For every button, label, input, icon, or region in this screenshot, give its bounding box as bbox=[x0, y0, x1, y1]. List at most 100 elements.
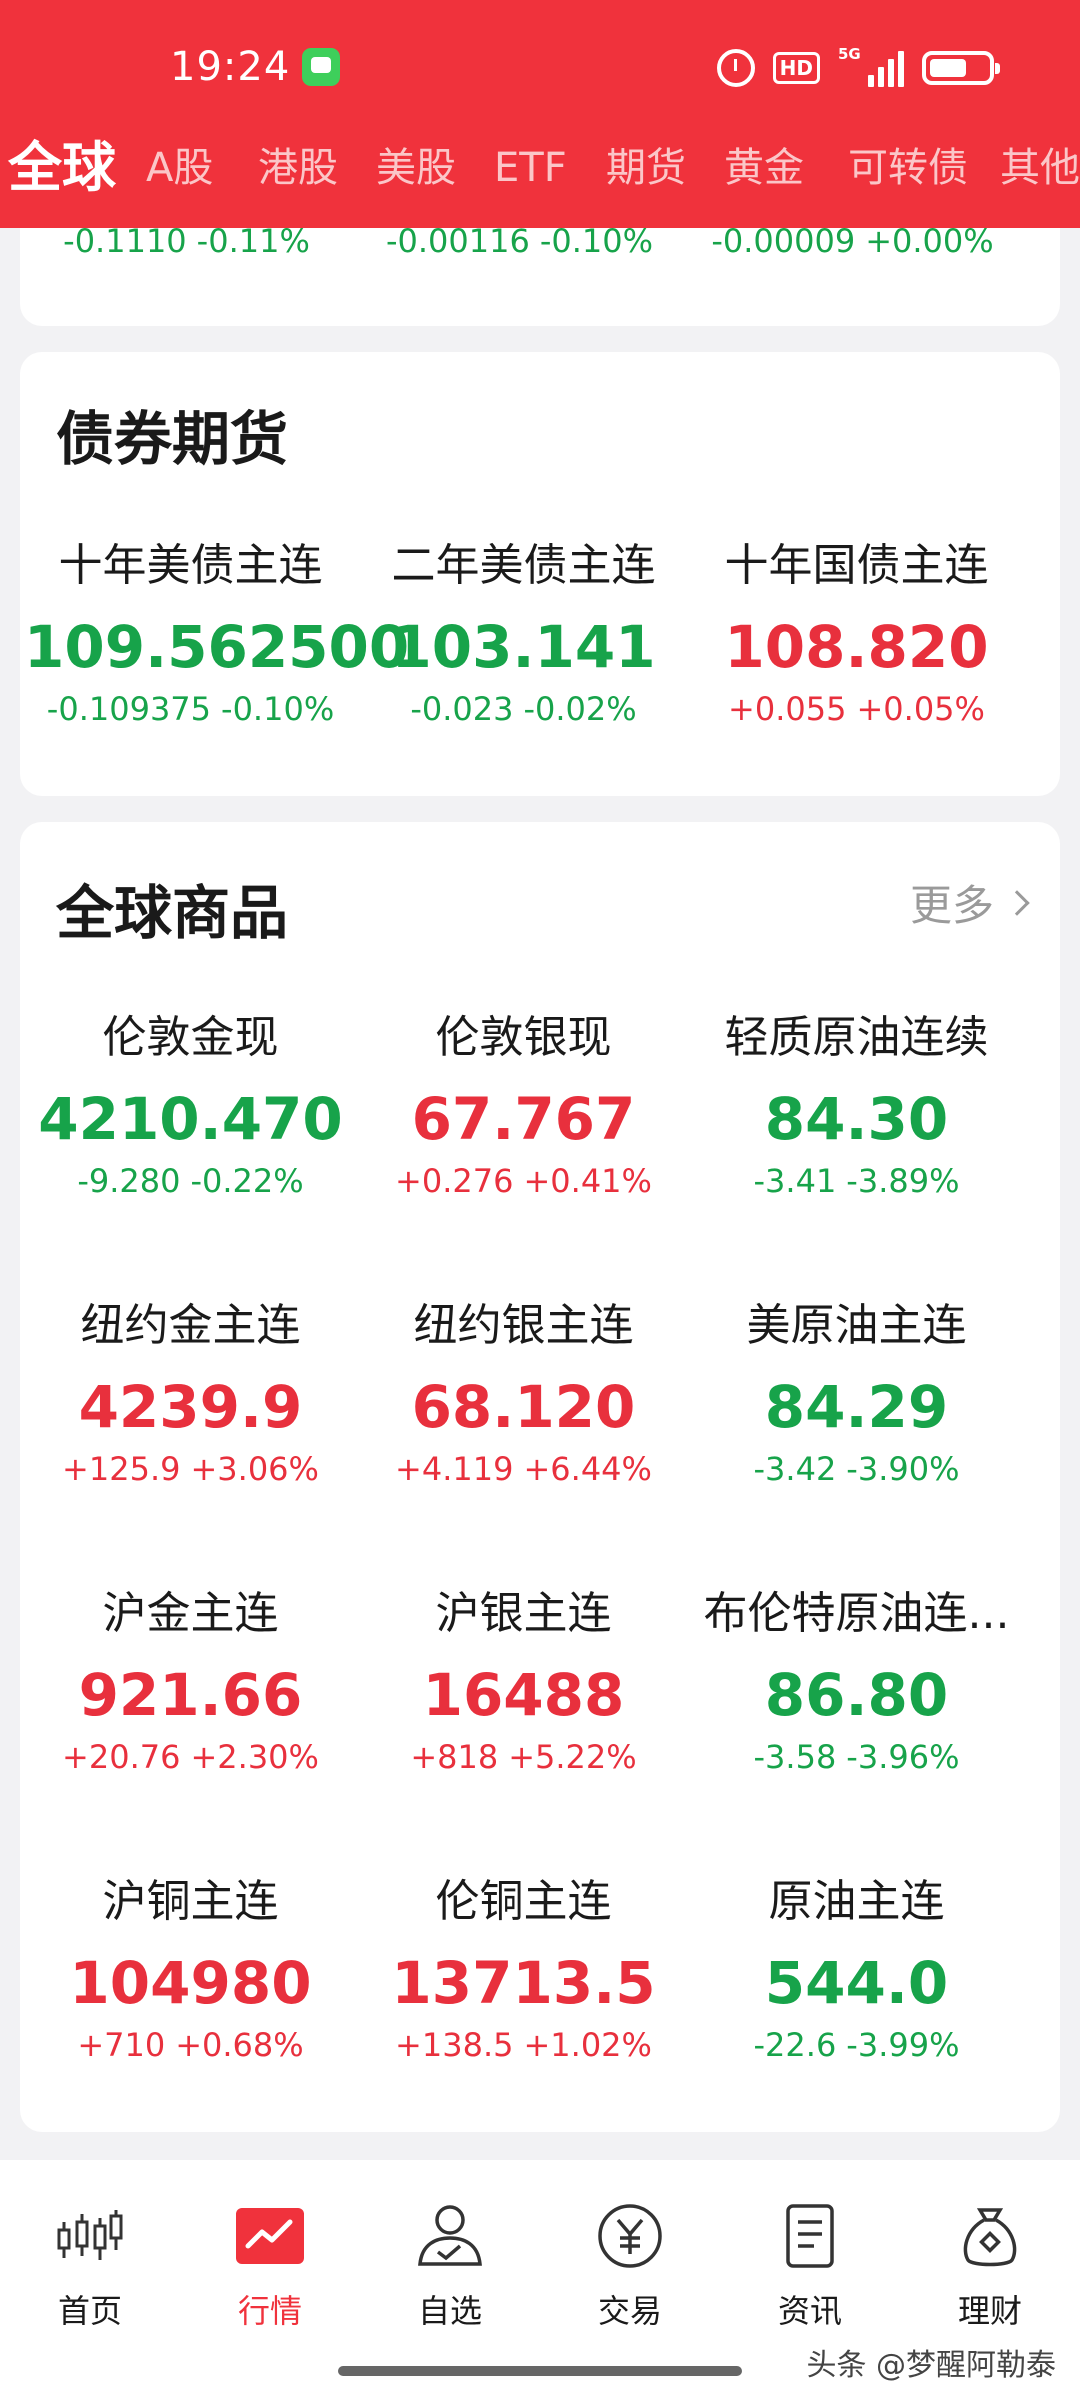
tab-item[interactable]: 其他 bbox=[1000, 128, 1080, 208]
chevron-right-icon bbox=[1004, 889, 1030, 916]
nav-item-2[interactable]: 自选 bbox=[360, 2200, 540, 2340]
more-label: 更多 bbox=[909, 881, 994, 930]
quote-name: 伦敦银现 bbox=[435, 1012, 612, 1063]
change-percent: -0.02% bbox=[523, 690, 637, 728]
quote-name: 十年国债主连 bbox=[724, 540, 989, 591]
quote-price: 68.120 bbox=[411, 1373, 636, 1441]
clock: 19:24 bbox=[170, 44, 291, 90]
quote-name: 十年美债主连 bbox=[58, 540, 323, 591]
user-check-icon bbox=[418, 2205, 482, 2266]
section-title: 债券期货 bbox=[56, 405, 289, 473]
alarm-icon bbox=[716, 49, 755, 87]
quote-name: 原油主连 bbox=[768, 1876, 945, 1927]
quote-change: +818 +5.22% bbox=[357, 1736, 690, 1778]
change-percent: +2.30% bbox=[190, 1738, 319, 1776]
change-value: -3.42 bbox=[753, 1450, 837, 1488]
quote-name: 纽约银主连 bbox=[413, 1300, 634, 1351]
change-value: +818 bbox=[410, 1738, 499, 1776]
more-link[interactable]: 更多 bbox=[909, 872, 1030, 933]
change-percent: -3.99% bbox=[846, 2026, 960, 2064]
quote-tile[interactable]: 二年美债主连 103.141 -0.023 -0.02% bbox=[357, 536, 690, 730]
change-percent: +3.06% bbox=[190, 1450, 319, 1488]
quote-tile[interactable]: 布伦特原油连... 86.80 -3.58 -3.96% bbox=[690, 1584, 1023, 1778]
quote-price: 67.767 bbox=[411, 1085, 636, 1153]
change-percent: -0.10% bbox=[221, 690, 335, 728]
status-icons: HD 5G bbox=[716, 45, 1000, 90]
quote-tile[interactable]: 纽约金主连 4239.9 +125.9 +3.06% bbox=[24, 1296, 357, 1490]
tab-item[interactable]: A股 bbox=[146, 128, 213, 208]
quote-name: 布伦特原油连... bbox=[703, 1588, 1010, 1639]
network-label: 5G bbox=[838, 45, 861, 63]
tab-item[interactable]: 黄金 bbox=[724, 128, 804, 208]
battery-icon bbox=[922, 51, 1000, 85]
quote-tile[interactable]: 轻质原油连续 84.30 -3.41 -3.89% bbox=[690, 1008, 1023, 1202]
yen-circle-icon bbox=[598, 2204, 662, 2268]
quote-tile[interactable]: 沪银主连 16488 +818 +5.22% bbox=[357, 1584, 690, 1778]
nav-label: 交易 bbox=[597, 2292, 662, 2330]
quote-tile[interactable]: 美原油主连 84.29 -3.42 -3.90% bbox=[690, 1296, 1023, 1490]
quote-price: 109.562500 bbox=[24, 613, 410, 681]
watermark: 头条 @梦醒阿勒泰 bbox=[806, 2348, 1056, 2383]
quote-tile[interactable]: 十年国债主连 108.820 +0.055 +0.05% bbox=[690, 536, 1023, 730]
quote-tile[interactable]: 伦敦金现 4210.470 -9.280 -0.22% bbox=[24, 1008, 357, 1202]
market-tabs: 全球 A股 港股 美股 ETF 期货 黄金 可转债 其他 bbox=[0, 128, 1080, 208]
change-value: +20.76 bbox=[62, 1738, 181, 1776]
quote-change: -3.41 -3.89% bbox=[690, 1160, 1023, 1202]
global-commodities-card: 全球商品 更多 伦敦金现 4210.470 -9.280 -0.22% 伦敦银现 67.7… bbox=[20, 822, 1060, 2132]
quote-tile[interactable]: 伦敦银现 67.767 +0.276 +0.41% bbox=[357, 1008, 690, 1202]
document-icon bbox=[786, 2204, 834, 2268]
change-percent: +6.44% bbox=[523, 1450, 652, 1488]
tab-item[interactable]: 美股 bbox=[376, 128, 456, 208]
change-value: -3.41 bbox=[753, 1162, 837, 1200]
quote-price: 86.80 bbox=[764, 1661, 949, 1729]
quote-change: +20.76 +2.30% bbox=[24, 1736, 357, 1778]
quote-change: -0.109375 -0.10% bbox=[24, 688, 357, 730]
quote-change: +710 +0.68% bbox=[24, 2024, 357, 2066]
section-title: 全球商品 bbox=[56, 879, 289, 947]
bond-futures-card: 债券期货 十年美债主连 109.562500 -0.109375 -0.10% 二年美债… bbox=[20, 352, 1060, 796]
nav-item-4[interactable]: 资讯 bbox=[720, 2200, 900, 2340]
nav-item-1[interactable]: 行情 bbox=[180, 2200, 360, 2340]
quote-change: +138.5 +1.02% bbox=[357, 2024, 690, 2066]
tab-item[interactable]: 期货 bbox=[606, 128, 686, 208]
quote-name: 轻质原油连续 bbox=[724, 1012, 989, 1063]
quote-price: 84.29 bbox=[764, 1373, 949, 1441]
nav-item-0[interactable]: 首页 bbox=[0, 2200, 180, 2340]
quote-name: 沪铜主连 bbox=[102, 1876, 279, 1927]
quote-tile[interactable]: 原油主连 544.0 -22.6 -3.99% bbox=[690, 1872, 1023, 2066]
signal-icon: 5G bbox=[838, 45, 904, 87]
quote-price: 16488 bbox=[422, 1661, 625, 1729]
quote-price: 4239.9 bbox=[78, 1373, 303, 1441]
change-percent: +5.22% bbox=[508, 1738, 637, 1776]
quote-change: -22.6 -3.99% bbox=[690, 2024, 1023, 2066]
nav-item-3[interactable]: 交易 bbox=[540, 2200, 720, 2340]
quote-tile[interactable]: 伦铜主连 13713.5 +138.5 +1.02% bbox=[357, 1872, 690, 2066]
quote-name: 伦敦金现 bbox=[102, 1012, 279, 1063]
home-indicator[interactable] bbox=[338, 2366, 742, 2376]
hd-badge: HD bbox=[772, 52, 820, 84]
quote-change: +0.276 +0.41% bbox=[357, 1160, 690, 1202]
quote-price: 108.820 bbox=[724, 613, 989, 681]
quote-name: 沪银主连 bbox=[435, 1588, 612, 1639]
quote-tile[interactable]: 纽约银主连 68.120 +4.119 +6.44% bbox=[357, 1296, 690, 1490]
candlestick-icon bbox=[57, 2210, 123, 2260]
change-value: -3.58 bbox=[753, 1738, 837, 1776]
tab-item[interactable]: 全球 bbox=[8, 128, 116, 208]
change-value: +138.5 bbox=[395, 2026, 514, 2064]
nav-item-5[interactable]: 理财 bbox=[900, 2200, 1080, 2340]
tab-item[interactable]: ETF bbox=[494, 128, 567, 208]
quote-tile[interactable]: 十年美债主连 109.562500 -0.109375 -0.10% bbox=[24, 536, 410, 730]
nav-label: 自选 bbox=[417, 2292, 482, 2330]
quote-name: 美原油主连 bbox=[746, 1300, 967, 1351]
quote-price: 103.141 bbox=[391, 613, 656, 681]
quote-price: 104980 bbox=[69, 1949, 312, 2017]
tab-item[interactable]: 港股 bbox=[258, 128, 338, 208]
quote-price: 921.66 bbox=[78, 1661, 303, 1729]
quote-tile[interactable]: 沪铜主连 104980 +710 +0.68% bbox=[24, 1872, 357, 2066]
quote-change: -0.023 -0.02% bbox=[357, 688, 690, 730]
quote-tile[interactable]: 沪金主连 921.66 +20.76 +2.30% bbox=[24, 1584, 357, 1778]
nav-label: 资讯 bbox=[777, 2292, 842, 2330]
tab-item[interactable]: 可转债 bbox=[848, 128, 968, 208]
message-notification-icon bbox=[302, 48, 340, 86]
status-bar: 19:24 HD 5G bbox=[0, 0, 1080, 120]
